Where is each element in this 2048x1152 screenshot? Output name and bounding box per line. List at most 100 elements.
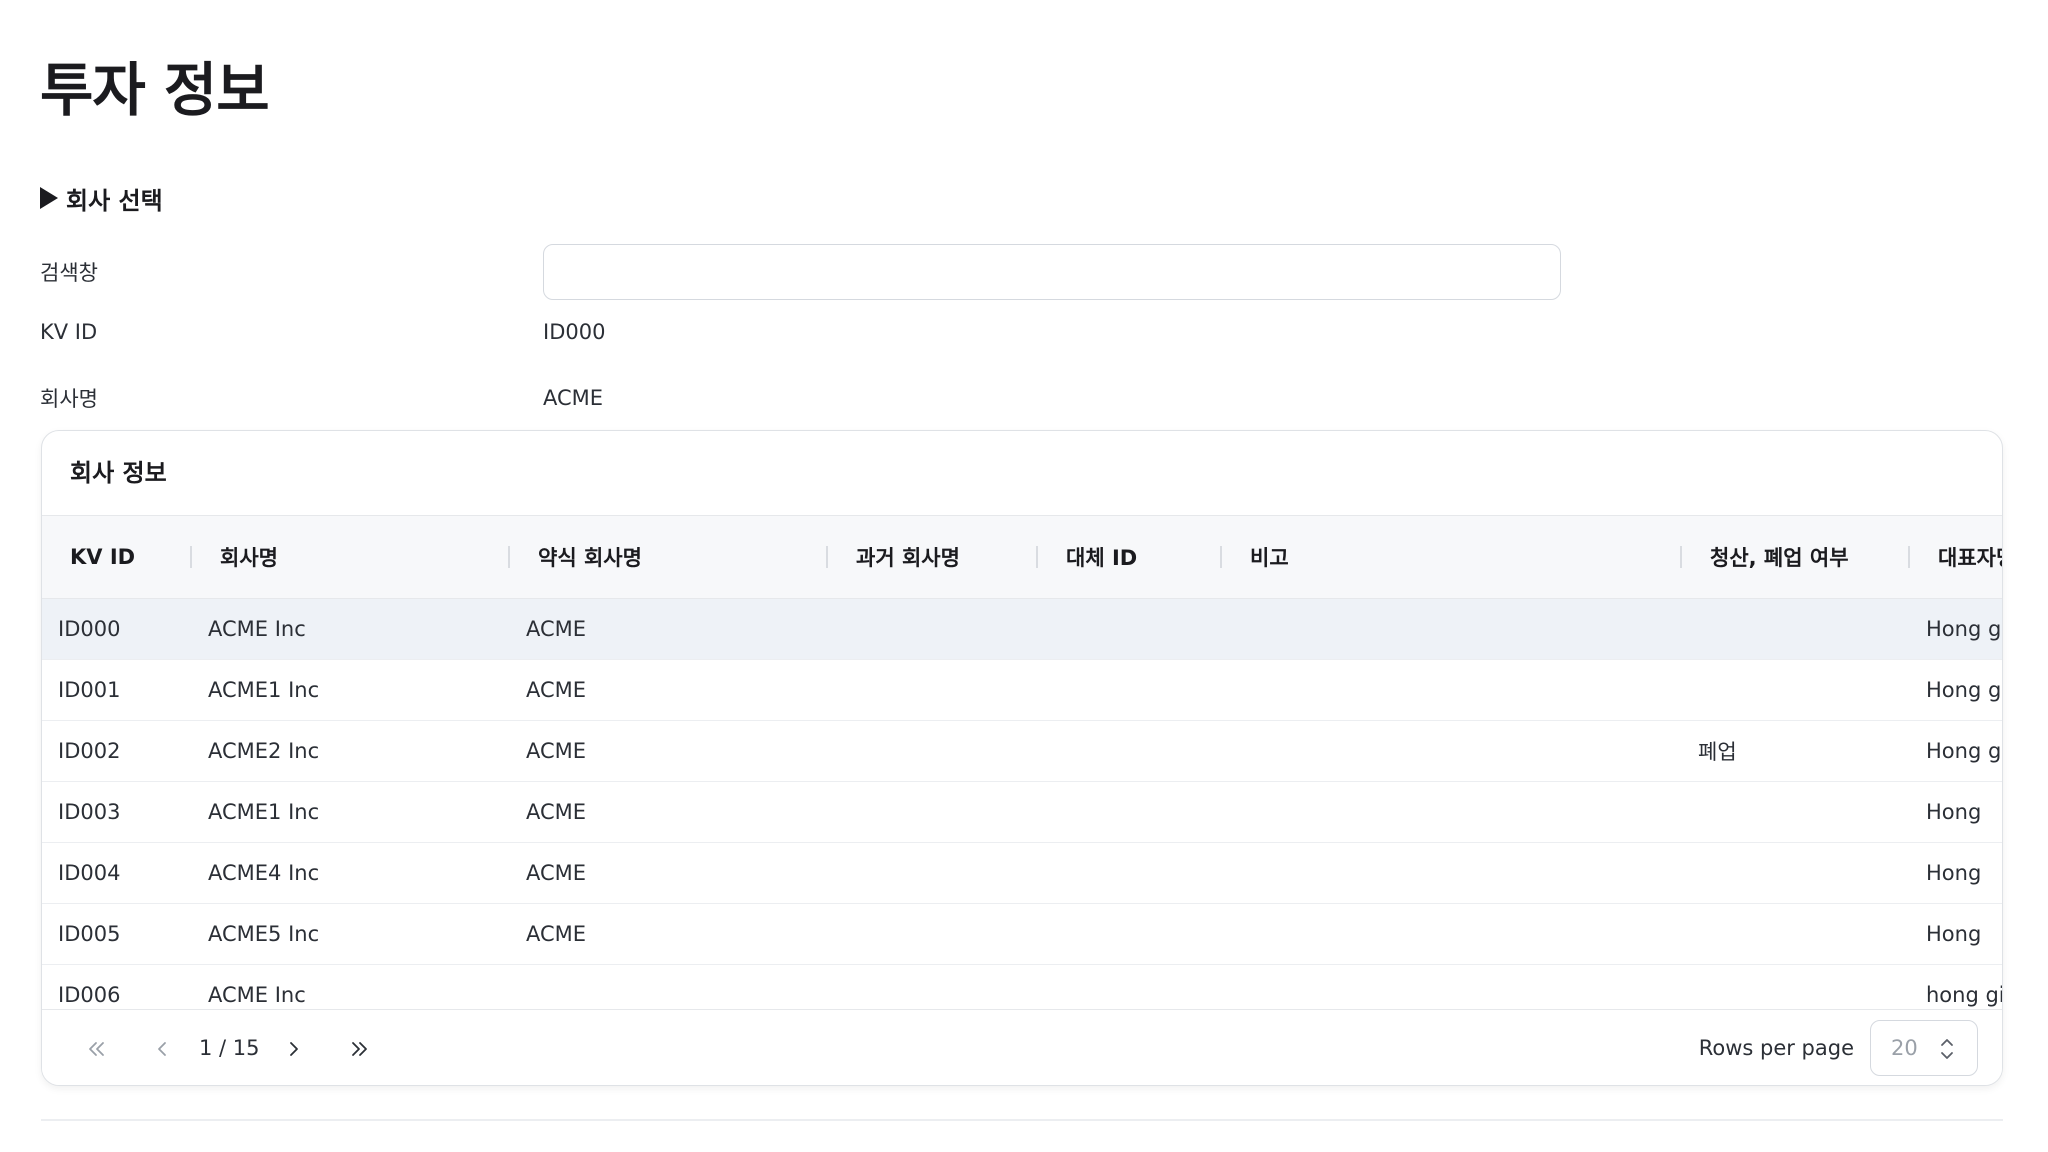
table-cell: ACME Inc [192,964,510,1010]
table-row[interactable]: ID001ACME1 IncACME Hong gil [42,659,2002,721]
search-row: 검색창 [40,244,1561,300]
table-cell: Hong gil [1910,720,2002,782]
table-cell: ACME [510,720,828,782]
column-header-label: 대체 ID [1066,546,1138,570]
table-cell: ACME2 Inc [192,720,510,782]
table-cell [1682,598,1910,660]
table-cell: ACME5 Inc [192,903,510,965]
table-cell: ID000 [42,598,192,660]
chevron-right-icon [290,1042,298,1056]
table-row[interactable]: ID005 ACME5 Inc ACME Hong [42,903,2002,965]
rows-per-page-label: Rows per page [1698,1036,1854,1060]
table-body: ID000ACME IncACMEHong gilID001ACME1 IncA… [42,598,2002,1010]
chevron-up-down-icon [1941,1039,1953,1059]
chevrons-left-icon [89,1042,104,1056]
page-indicator: 1 / 15 [199,1036,260,1060]
table-cell [1222,720,1682,782]
table-cell [828,842,1038,904]
column-header[interactable]: 대표자명 [1910,516,2002,599]
column-header[interactable]: 회사명 [192,516,510,599]
table-cell: Hong [1910,842,2002,904]
table-cell [1038,598,1222,660]
page-title: 투자 정보 [40,56,270,124]
column-header[interactable]: 대체 ID [1038,516,1222,599]
table-cell [1222,598,1682,660]
table-cell [1038,720,1222,782]
table-cell [828,659,1038,721]
table-cell [1222,659,1682,721]
chevron-left-icon [158,1042,166,1056]
chevrons-right-icon [352,1042,367,1056]
table-cell [1222,781,1682,843]
table-cell [828,781,1038,843]
page: 투자 정보 회사 선택 검색창 KV ID ID000 회사명 ACME 회사 … [0,0,2048,1152]
table-row[interactable]: ID002ACME2 IncACME 폐업Hong gil [42,720,2002,782]
table-cell [1222,842,1682,904]
table-cell [1038,781,1222,843]
table-cell: ACME [510,903,828,965]
table-cell: ACME4 Inc [192,842,510,904]
table-cell [828,903,1038,965]
table-cell: ACME [510,781,828,843]
bottom-divider [41,1119,2003,1121]
company-info-title: 회사 정보 [70,459,167,487]
table-cell [1682,964,1910,1010]
column-header-label: KV ID [70,545,136,569]
column-header-label: 대표자명 [1938,546,2002,570]
next-page-button[interactable] [279,1034,309,1064]
column-header-label: 과거 회사명 [856,546,960,570]
company-info-table: KV ID 회사명 약식 회사명 과거 회사명 대체 ID 비고 청산, 폐업 여부 대표자명… [42,516,2002,1010]
table-cell: Hong gil [1910,598,2002,660]
table-cell [1038,659,1222,721]
table-row[interactable]: ID006 ACME Inc hong gil [42,964,2002,1010]
table-cell: Hong [1910,903,2002,965]
company-info-table-wrap[interactable]: KV ID 회사명 약식 회사명 과거 회사명 대체 ID 비고 청산, 폐업 여부 대표자명… [42,515,2002,1010]
first-page-button[interactable] [82,1034,112,1064]
table-cell: ID005 [42,903,192,965]
column-header[interactable]: KV ID [42,516,192,599]
column-header[interactable]: 과거 회사명 [828,516,1038,599]
prev-page-button[interactable] [147,1034,177,1064]
search-input[interactable] [543,244,1561,300]
table-cell: ACME Inc [192,598,510,660]
table-cell [828,720,1038,782]
table-cell: hong gil [1910,964,2002,1010]
table-cell [1682,659,1910,721]
column-header[interactable]: 비고 [1222,516,1682,599]
column-header[interactable]: 약식 회사명 [510,516,828,599]
table-cell: Hong gil [1910,659,2002,721]
kv-id-label: KV ID [40,320,98,344]
rows-per-page-select[interactable]: 20 [1870,1020,1978,1076]
table-cell: ACME1 Inc [192,781,510,843]
table-cell [1222,903,1682,965]
search-label: 검색창 [40,261,98,285]
company-select-toggle[interactable]: 회사 선택 [40,180,163,216]
last-page-button[interactable] [344,1034,374,1064]
table-cell: 폐업 [1682,720,1910,782]
rows-per-page-value: 20 [1891,1036,1918,1060]
kv-id-row: KV ID ID000 [40,312,605,352]
company-select-toggle-label: 회사 선택 [66,186,163,215]
kv-id-value: ID000 [543,320,606,344]
column-header-label: 약식 회사명 [538,546,642,570]
column-header[interactable]: 청산, 폐업 여부 [1682,516,1910,599]
table-cell [1222,964,1682,1010]
column-header-label: 비고 [1250,546,1289,570]
table-row[interactable]: ID003 ACME1 Inc ACME Hong [42,781,2002,843]
table-cell: ID003 [42,781,192,843]
company-name-value: ACME [543,386,604,410]
table-cell: ID004 [42,842,192,904]
table-row[interactable]: ID000ACME IncACME Hong gil [42,598,2002,660]
column-header-label: 청산, 폐업 여부 [1710,546,1849,570]
table-cell [1038,964,1222,1010]
table-row[interactable]: ID004 ACME4 Inc ACME Hong [42,842,2002,904]
company-name-row: 회사명 ACME [40,378,603,418]
company-info-card: 회사 정보 KV ID 회사명 약식 회사명 과거 회사명 대체 ID 비고 청산, 폐업 … [41,430,2003,1086]
table-cell [510,964,828,1010]
table-cell [828,598,1038,660]
table-cell: Hong [1910,781,2002,843]
table-cell [1038,903,1222,965]
expand-triangle-icon [40,187,58,209]
table-cell [1682,781,1910,843]
table-cell [828,964,1038,1010]
